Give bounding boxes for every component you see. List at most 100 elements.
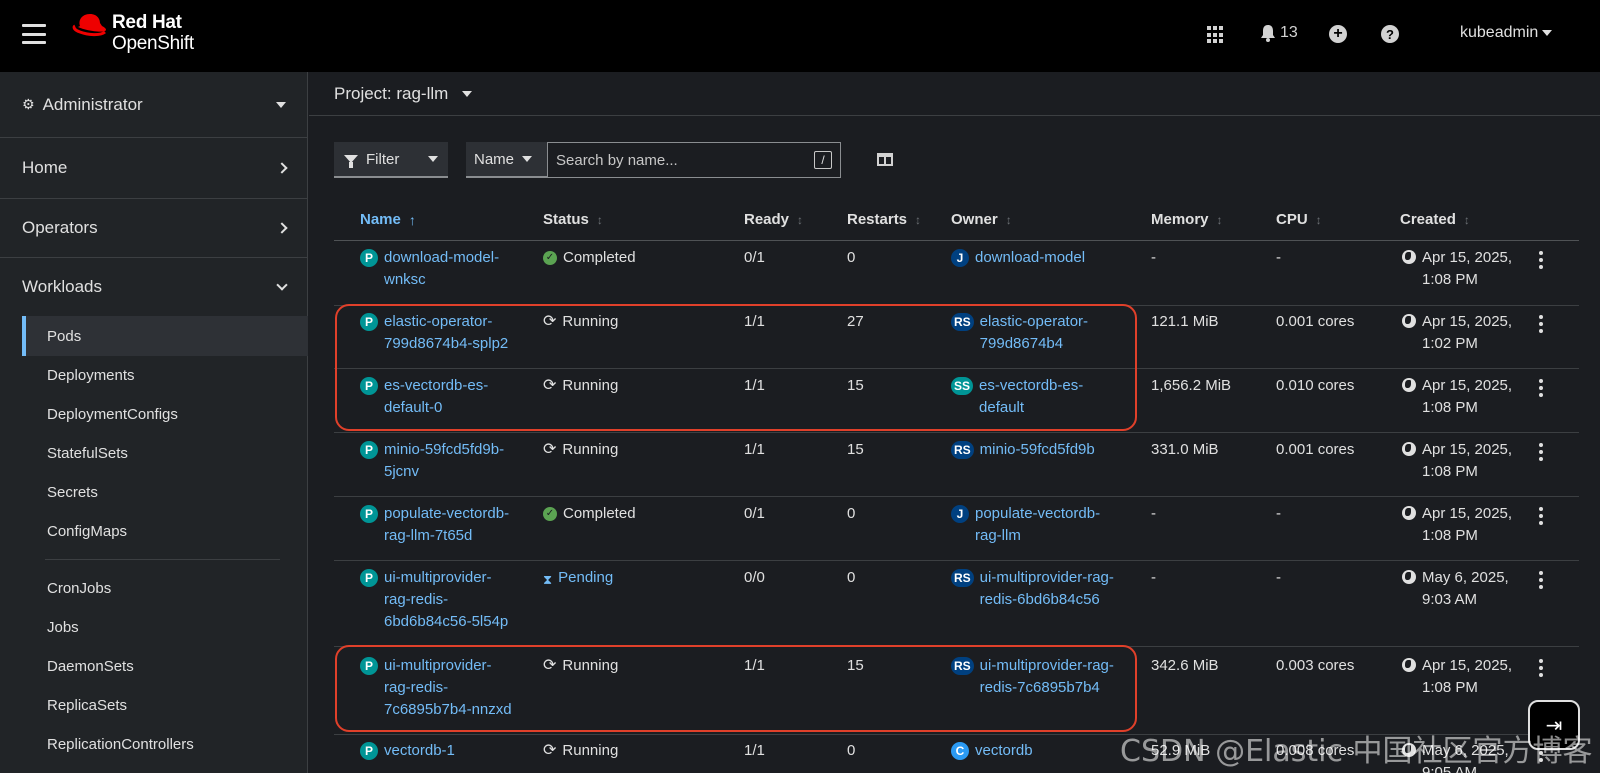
nav-toggle-hamburger-icon[interactable]	[22, 24, 46, 44]
manage-columns-icon[interactable]	[877, 153, 893, 166]
owner-link[interactable]: populate-vectordb-rag-llm	[975, 503, 1100, 547]
status-text: Running	[562, 377, 619, 394]
owner-resource-badge: RS	[951, 313, 974, 331]
owner-link[interactable]: es-vectordb-es-default	[979, 375, 1083, 419]
created-timestamp: Apr 15, 2025, 1:02 PM	[1422, 311, 1512, 355]
column-header-created[interactable]: Created ↕	[1400, 211, 1470, 228]
pod-name-cell: Pdownload-model-wnksc	[360, 247, 499, 291]
search-input[interactable]	[556, 151, 814, 169]
status-cell: ✓ Completed	[543, 503, 636, 525]
sidebar-item-cronjobs[interactable]: CronJobs	[22, 568, 308, 608]
column-header-ready[interactable]: Ready ↕	[744, 211, 803, 228]
row-actions-kebab-icon[interactable]	[1539, 251, 1543, 269]
sidebar-item-jobs[interactable]: Jobs	[22, 607, 308, 647]
row-actions-kebab-icon[interactable]	[1539, 571, 1543, 589]
filter-type-select[interactable]: Name	[466, 142, 547, 178]
globe-icon	[1402, 378, 1416, 392]
pod-name-cell: Pes-vectordb-es-default-0	[360, 375, 488, 419]
row-actions-kebab-icon[interactable]	[1539, 659, 1543, 677]
column-label: Created	[1400, 211, 1456, 228]
row-actions-kebab-icon[interactable]	[1539, 379, 1543, 397]
sidebar-item-statefulsets[interactable]: StatefulSets	[22, 433, 308, 473]
owner-cell: Jpopulate-vectordb-rag-llm	[951, 503, 1100, 547]
pod-name-link[interactable]: ui-multiprovider-rag-redis- 7c6895b7b4-nn…	[384, 655, 512, 721]
pod-name-link[interactable]: elastic-operator- 799d8674b4-splp2	[384, 311, 508, 355]
sidebar-item-replicationcontrollers[interactable]: ReplicationControllers	[22, 724, 308, 764]
import-add-icon[interactable]: +	[1329, 25, 1347, 43]
sidebar-item-pods[interactable]: Pods	[22, 316, 308, 356]
column-header-restarts[interactable]: Restarts ↕	[847, 211, 921, 228]
app-launcher-grid-icon[interactable]	[1207, 26, 1225, 44]
sort-ascending-icon: ↑	[408, 211, 416, 228]
pod-name-link[interactable]: ui-multiprovider-rag-redis- 6bd6b84c56-5l…	[384, 567, 508, 633]
created-timestamp-line: 1:08 PM	[1422, 271, 1478, 288]
caret-down-icon	[462, 91, 473, 97]
pod-name-link[interactable]: populate-vectordb-rag-llm-7t65d	[384, 503, 509, 547]
owner-link-line: redis-7c6895b7b4	[979, 679, 1100, 696]
pod-name-link[interactable]: es-vectordb-es-default-0	[384, 375, 488, 419]
notifications-button[interactable]: 13	[1260, 24, 1298, 42]
owner-link[interactable]: download-model	[975, 247, 1085, 269]
sync-icon: ⟳	[543, 657, 557, 674]
globe-icon	[1402, 743, 1416, 757]
owner-link[interactable]: vectordb	[975, 740, 1033, 762]
pod-name-link[interactable]: vectordb-1	[384, 740, 455, 762]
owner-resource-badge: J	[951, 505, 969, 523]
restarts-cell: 27	[847, 313, 864, 330]
pod-name-link-line: 5jcnv	[384, 463, 420, 480]
memory-cell: -	[1151, 569, 1156, 586]
owner-link[interactable]: ui-multiprovider-rag-redis-6bd6b84c56	[980, 567, 1114, 611]
sidebar-item-replicasets[interactable]: ReplicaSets	[22, 685, 308, 725]
column-label: Restarts	[847, 211, 908, 228]
status-cell: ⧗ Pending	[543, 567, 613, 591]
owner-link[interactable]: ui-multiprovider-rag-redis-7c6895b7b4	[980, 655, 1114, 699]
sidebar-item-deploymentconfigs[interactable]: DeploymentConfigs	[22, 394, 308, 434]
caret-down-icon	[1542, 30, 1553, 36]
user-menu[interactable]: kubeadmin	[1460, 24, 1553, 42]
column-label: Ready	[744, 211, 790, 228]
owner-link[interactable]: elastic-operator- 799d8674b4	[980, 311, 1088, 355]
check-circle-icon: ✓	[543, 507, 557, 521]
status-text[interactable]: Pending	[558, 567, 613, 589]
owner-link[interactable]: minio-59fcd5fd9b	[980, 439, 1095, 461]
nav-section-home[interactable]: Home	[0, 138, 308, 199]
nav-section-workloads[interactable]: Workloads	[0, 258, 308, 316]
help-icon[interactable]: ?	[1381, 25, 1399, 43]
row-actions-kebab-icon[interactable]	[1539, 315, 1543, 333]
row-actions-kebab-icon[interactable]	[1539, 443, 1543, 461]
nav-section-operators[interactable]: Operators	[0, 199, 308, 258]
row-divider	[334, 432, 1579, 433]
pod-name-link-line: 799d8674b4-splp2	[384, 335, 509, 352]
memory-cell: 52.9 MiB	[1151, 742, 1211, 759]
column-header-memory[interactable]: Memory ↕	[1151, 211, 1223, 228]
pod-name-link[interactable]: download-model-wnksc	[384, 247, 499, 291]
sidebar-item-daemonsets[interactable]: DaemonSets	[22, 646, 308, 686]
pod-name-link[interactable]: minio-59fcd5fd9b- 5jcnv	[384, 439, 504, 483]
cpu-cell: 0.010 cores	[1276, 377, 1355, 394]
row-actions-kebab-icon[interactable]	[1539, 507, 1543, 525]
perspective-switcher[interactable]: ⚙ Administrator	[0, 72, 308, 138]
sidebar-item-secrets[interactable]: Secrets	[22, 472, 308, 512]
pod-name-link-line: ui-multiprovider-	[384, 569, 492, 586]
brand-logo[interactable]: Red Hat OpenShift	[72, 12, 194, 54]
quick-action-button[interactable]: ⇥	[1528, 700, 1580, 750]
memory-cell: -	[1151, 249, 1156, 266]
ready-cell: 0/1	[744, 505, 765, 522]
project-selector[interactable]: Project: rag-llm	[334, 84, 473, 104]
column-header-status[interactable]: Status ↕	[543, 211, 603, 228]
sort-icon: ↕	[596, 212, 603, 227]
chevron-right-icon	[276, 162, 288, 174]
pod-name-link-line: populate-vectordb-	[384, 505, 510, 522]
table-header-divider	[334, 240, 1579, 241]
brand-name: Red Hat	[112, 12, 182, 33]
sidebar-item-deployments[interactable]: Deployments	[22, 355, 308, 395]
filter-dropdown[interactable]: Filter	[334, 142, 448, 178]
pod-resource-badge: P	[360, 313, 378, 331]
column-header-name[interactable]: Name ↑	[360, 211, 416, 228]
column-header-owner[interactable]: Owner ↕	[951, 211, 1012, 228]
search-field: /	[547, 142, 841, 178]
cogs-icon: ⚙	[22, 96, 35, 112]
column-header-cpu[interactable]: CPU ↕	[1276, 211, 1322, 228]
created-timestamp-line: 9:03 AM	[1422, 591, 1478, 608]
sidebar-item-configmaps[interactable]: ConfigMaps	[22, 511, 308, 551]
